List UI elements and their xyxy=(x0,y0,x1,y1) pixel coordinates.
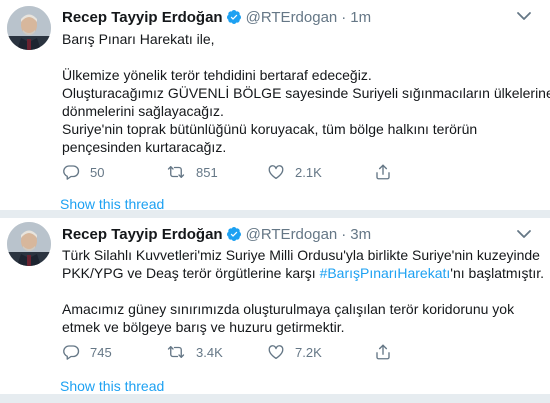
avatar[interactable] xyxy=(7,222,51,266)
tweet-actions: 745 3.4K 7.2K xyxy=(62,342,522,362)
tweet-text-line: dönmelerini sağlayacağız. xyxy=(62,103,224,119)
share-icon xyxy=(376,164,390,180)
share-icon xyxy=(376,344,390,360)
separator-dot: · xyxy=(341,9,347,26)
tweet-header: Recep Tayyip Erdoğan @RTErdogan · 3m xyxy=(62,225,371,245)
retweet-icon xyxy=(167,346,185,358)
retweet-button[interactable]: 851 xyxy=(166,162,226,182)
chevron-down-icon[interactable] xyxy=(515,227,533,241)
tweet-text-line: etmek ve bölgeye barış ve huzuru getirme… xyxy=(62,319,345,335)
tweet-text-line: PKK/YPG ve Deaş terör örgütlerine karşı … xyxy=(62,264,544,282)
like-button[interactable]: 2.1K xyxy=(267,162,325,182)
tweet-divider xyxy=(0,394,550,403)
timestamp[interactable]: 3m xyxy=(350,226,371,243)
retweet-count: 3.4K xyxy=(196,344,223,360)
share-button[interactable] xyxy=(374,342,392,362)
timestamp[interactable]: 1m xyxy=(350,9,371,26)
tweet[interactable]: Recep Tayyip Erdoğan @RTErdogan · 3m Türk S… xyxy=(0,218,550,394)
like-count: 2.1K xyxy=(295,164,322,180)
tweet-text-line: Ülkemize yönelik terör tehdidini bertara… xyxy=(62,67,372,83)
tweet-text-line: Barış Pınarı Harekatı ile, xyxy=(62,31,215,47)
reply-icon xyxy=(63,165,80,180)
verified-badge-icon xyxy=(226,10,241,24)
share-button[interactable] xyxy=(374,162,392,182)
like-count: 7.2K xyxy=(295,344,322,360)
retweet-button[interactable]: 3.4K xyxy=(166,342,226,362)
retweet-icon xyxy=(167,166,185,178)
avatar[interactable] xyxy=(7,6,51,50)
show-thread-link[interactable]: Show this thread xyxy=(60,378,164,394)
reply-count: 50 xyxy=(90,164,105,180)
tweet-divider xyxy=(0,210,550,218)
hashtag-link[interactable]: #BarışPınarıHarekatı xyxy=(320,265,451,281)
tweet-text-line: Türk Silahlı Kuvvetleri'miz Suriye Milli… xyxy=(62,247,540,263)
tweet-text-line: Suriye'nin toprak bütünlüğünü koruyacak,… xyxy=(62,121,478,137)
tweet-text-line: pençesinden kurtaracağız. xyxy=(62,139,227,155)
tweet-text-line: Amacımız güney sınırımızda oluşturulmaya… xyxy=(62,301,515,317)
tweet-actions: 50 851 2.1K xyxy=(62,162,522,182)
tweet-text: Barış Pınarı Harekatı ile, Ülkemize yöne… xyxy=(62,30,550,156)
author-name[interactable]: Recep Tayyip Erdoğan xyxy=(62,226,223,243)
tweet[interactable]: Recep Tayyip Erdoğan @RTErdogan · 1m Barış … xyxy=(0,0,550,212)
heart-icon xyxy=(268,165,284,180)
chevron-down-icon[interactable] xyxy=(515,9,533,23)
retweet-count: 851 xyxy=(196,164,218,180)
verified-badge-icon xyxy=(226,227,241,241)
reply-count: 745 xyxy=(90,344,112,360)
heart-icon xyxy=(268,345,284,360)
tweet-text-segment: 'nı başlatmıştır. xyxy=(450,265,545,281)
reply-button[interactable]: 745 xyxy=(62,342,120,362)
author-handle[interactable]: @RTErdogan xyxy=(246,226,338,243)
author-handle[interactable]: @RTErdogan xyxy=(246,9,338,26)
tweet-text: Türk Silahlı Kuvvetleri'miz Suriye Milli… xyxy=(62,246,544,336)
separator-dot: · xyxy=(341,226,347,243)
reply-icon xyxy=(63,345,80,360)
tweet-text-line: Oluşturacağımız GÜVENLİ BÖLGE sayesinde … xyxy=(62,85,550,101)
reply-button[interactable]: 50 xyxy=(62,162,120,182)
author-name[interactable]: Recep Tayyip Erdoğan xyxy=(62,9,223,26)
like-button[interactable]: 7.2K xyxy=(267,342,325,362)
tweet-header: Recep Tayyip Erdoğan @RTErdogan · 1m xyxy=(62,8,371,28)
tweet-text-segment: PKK/YPG ve Deaş terör örgütlerine karşı xyxy=(62,265,320,281)
